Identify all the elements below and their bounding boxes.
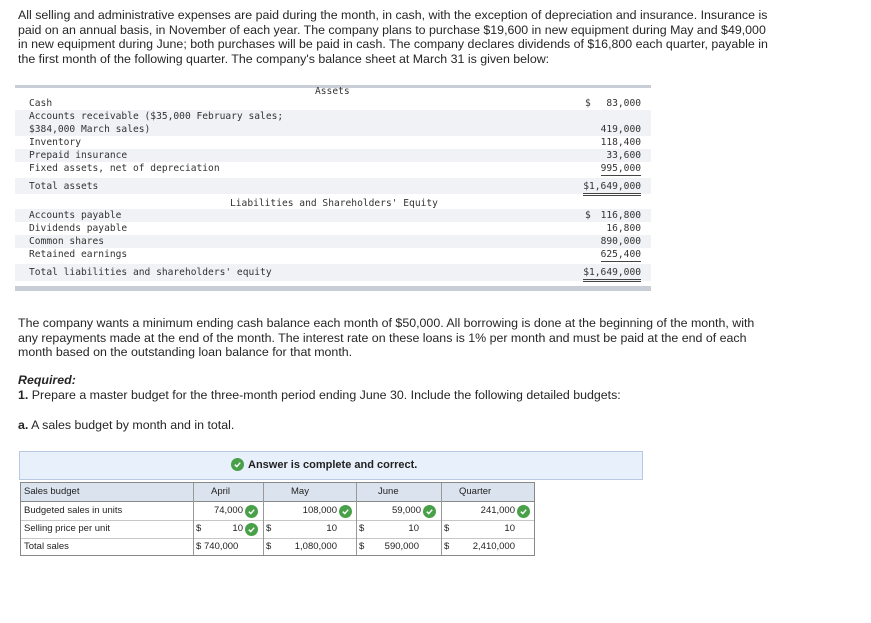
ap-row: Accounts payable $ 116,800	[15, 209, 651, 222]
dividends-amount: 16,800	[606, 223, 641, 234]
price-june-value: 10	[408, 523, 419, 534]
units-label: Budgeted sales in units	[24, 505, 123, 516]
price-april-input[interactable]: 10	[211, 520, 243, 538]
prepaid-amount: 33,600	[606, 150, 641, 161]
cash-label: Cash	[29, 98, 53, 109]
header-april: April	[210, 486, 230, 497]
check-icon	[517, 505, 530, 518]
required-title: Required:	[18, 373, 76, 387]
header-may: May	[291, 486, 309, 497]
inventory-row: Inventory 118,400	[15, 136, 651, 149]
sales-budget-table: Sales budget April May June Quarter Budg…	[20, 482, 535, 556]
total-assets-label: Total assets	[29, 181, 99, 192]
ar-row-2: $384,000 March sales) 419,000	[15, 123, 651, 136]
retained-row: Retained earnings 625,400	[15, 248, 651, 262]
ap-amount: 116,800	[600, 210, 641, 221]
total-assets-row: Total assets $1,649,000	[15, 178, 651, 196]
dividends-label: Dividends payable	[29, 223, 128, 234]
fixed-amount: 995,000	[600, 163, 641, 176]
total-quarter-value: 2,410,000	[472, 541, 515, 552]
ap-dollar: $	[585, 210, 591, 221]
prepaid-row: Prepaid insurance 33,600	[15, 149, 651, 162]
table-header-row	[21, 483, 534, 502]
check-icon	[423, 505, 436, 518]
balance-sheet: Assets Cash $ 83,000 Accounts receivable…	[15, 85, 651, 291]
sub-text: A sales budget by month and in total.	[31, 418, 235, 432]
header-june: June	[378, 486, 399, 497]
banner-content: Answer is complete and correct.	[231, 458, 417, 471]
total-dollar: $	[359, 541, 365, 552]
units-april-input[interactable]: 74,000	[193, 502, 243, 520]
total-dollar: $	[196, 541, 202, 552]
total-liab-label: Total liabilities and shareholders' equi…	[29, 267, 272, 278]
intro-paragraph: All selling and administrative expenses …	[18, 8, 768, 66]
dividends-row: Dividends payable 16,800	[15, 222, 651, 235]
total-june-value: 590,000	[384, 541, 419, 552]
total-liab-row: Total liabilities and shareholders' equi…	[15, 264, 651, 282]
check-icon	[231, 458, 244, 471]
total-assets-amount: $1,649,000	[583, 180, 641, 196]
retained-label: Retained earnings	[29, 249, 128, 260]
cash-dollar: $	[585, 98, 591, 109]
fixed-row: Fixed assets, net of depreciation 995,00…	[15, 162, 651, 176]
total-label: Total sales	[24, 541, 69, 552]
price-dollar: $	[444, 523, 450, 534]
ar-row-1: Accounts receivable ($35,000 February sa…	[15, 110, 651, 123]
answer-banner: Answer is complete and correct.	[19, 451, 643, 480]
ar-amount: 419,000	[600, 124, 641, 135]
required-number: 1.	[18, 388, 29, 402]
units-june-input[interactable]: 59,000	[356, 502, 421, 520]
required-text: 1. Prepare a master budget for the three…	[18, 388, 621, 402]
ar-label-line1: Accounts receivable ($35,000 February sa…	[29, 111, 284, 122]
price-dollar: $	[196, 523, 202, 534]
common-label: Common shares	[29, 236, 105, 247]
ar-label-line2: $384,000 March sales)	[29, 124, 151, 135]
cash-amount: 83,000	[606, 98, 641, 109]
price-quarter-value: 10	[504, 523, 515, 534]
total-may-value: 1,080,000	[294, 541, 337, 552]
price-may-value: 10	[326, 523, 337, 534]
header-sales-budget: Sales budget	[24, 486, 80, 497]
inventory-label: Inventory	[29, 137, 81, 148]
cash-row: Cash $ 83,000	[15, 97, 651, 110]
units-may-input[interactable]: 108,000	[263, 502, 337, 520]
banner-text: Answer is complete and correct.	[248, 458, 418, 471]
units-quarter-value: 241,000	[480, 505, 515, 516]
check-icon	[245, 523, 258, 536]
prepaid-label: Prepaid insurance	[29, 150, 128, 161]
total-liab-amount: $1,649,000	[583, 266, 641, 282]
common-amount: 890,000	[600, 236, 641, 247]
total-dollar: $	[266, 541, 272, 552]
total-dollar: $	[444, 541, 450, 552]
total-april-value: 740,000	[204, 541, 239, 552]
price-dollar: $	[359, 523, 365, 534]
check-icon	[245, 505, 258, 518]
required-body: Prepare a master budget for the three-mo…	[31, 388, 621, 402]
inventory-amount: 118,400	[600, 137, 641, 148]
common-row: Common shares 890,000	[15, 235, 651, 248]
cash-policy-paragraph: The company wants a minimum ending cash …	[18, 316, 755, 360]
check-icon	[339, 505, 352, 518]
retained-amount: 625,400	[600, 249, 641, 262]
price-dollar: $	[266, 523, 272, 534]
sub-letter: a.	[18, 418, 29, 432]
header-quarter: Quarter	[459, 486, 492, 497]
ap-label: Accounts payable	[29, 210, 122, 221]
fixed-label: Fixed assets, net of depreciation	[29, 163, 220, 174]
price-label: Selling price per unit	[24, 523, 111, 534]
bottom-rule	[15, 286, 651, 291]
sub-requirement: a. A sales budget by month and in total.	[18, 418, 234, 432]
